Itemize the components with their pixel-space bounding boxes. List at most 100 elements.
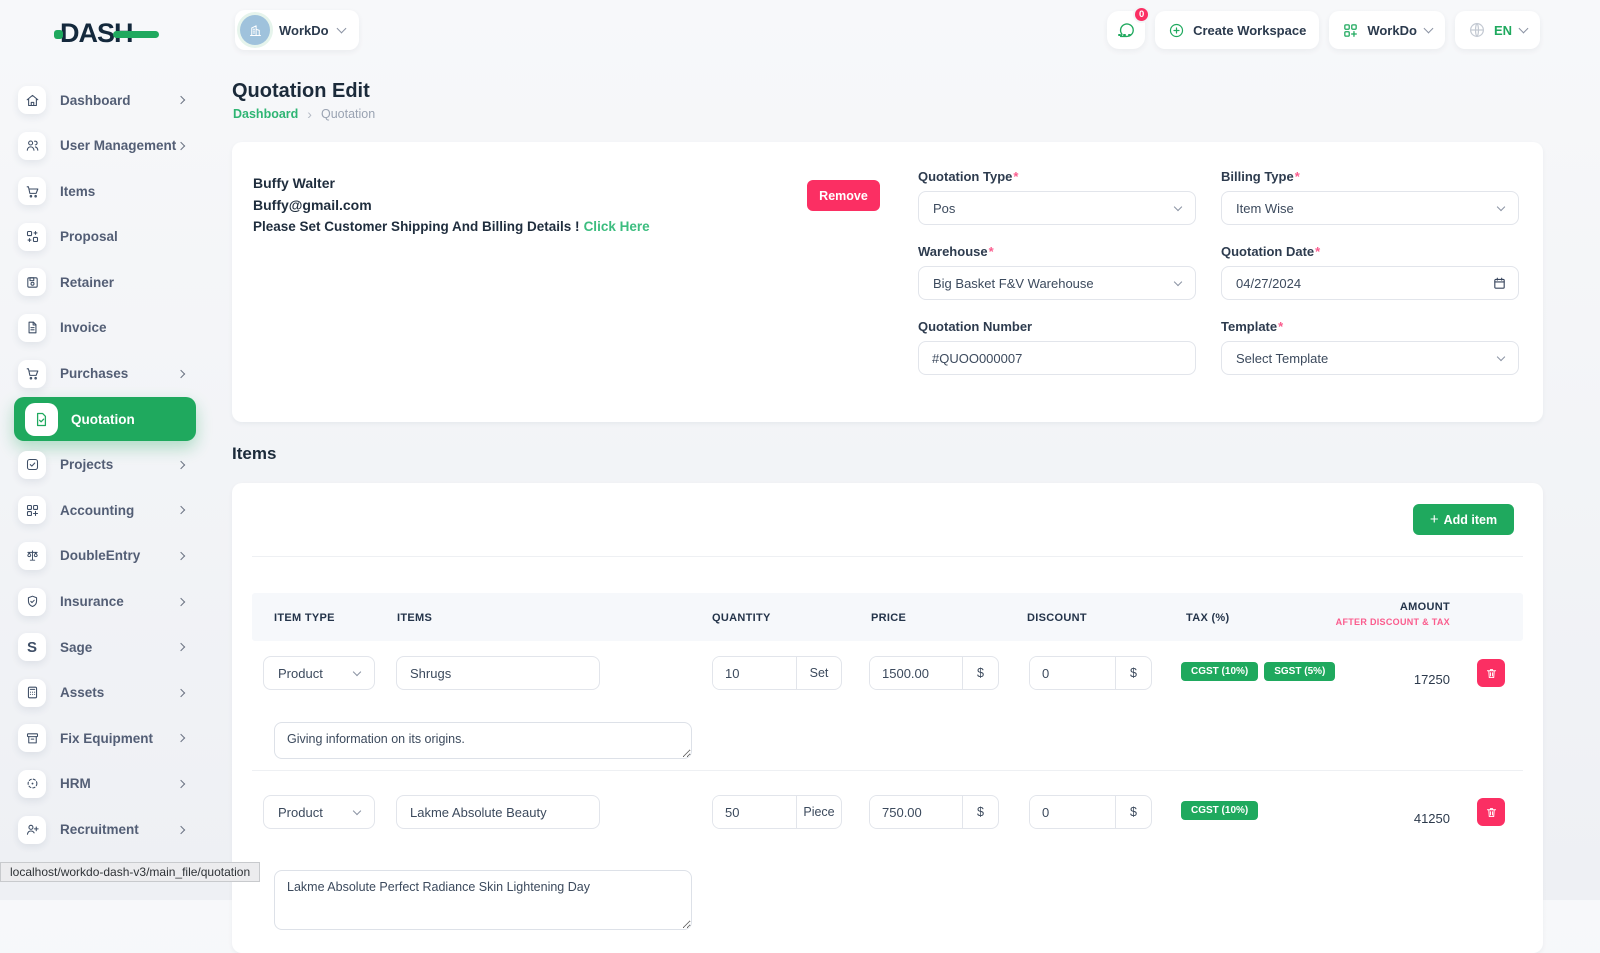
items-card: + Add item ITEM TYPE ITEMS QUANTITY PRIC…: [232, 483, 1543, 953]
sidebar-item-sage[interactable]: S Sage: [0, 627, 210, 667]
sidebar-item-user-management[interactable]: User Management: [0, 126, 210, 166]
price-input[interactable]: [870, 796, 962, 828]
dash-logo[interactable]: DASH: [54, 18, 159, 49]
click-here-link[interactable]: Click Here: [584, 219, 650, 234]
chevron-right-icon: [177, 141, 185, 149]
tax-badge: SGST (5%): [1264, 662, 1335, 681]
currency-label: $: [962, 796, 998, 828]
item-name-input[interactable]: [396, 656, 600, 690]
remove-customer-button[interactable]: Remove: [807, 180, 880, 211]
price-group: $: [869, 795, 999, 829]
sidebar-item-retainer[interactable]: Retainer: [0, 262, 210, 302]
quantity-group: Set: [712, 656, 842, 690]
sidebar-item-fix-equipment[interactable]: Fix Equipment: [0, 718, 210, 758]
col-header-item-type: ITEM TYPE: [274, 612, 335, 624]
sidebar-item-invoice[interactable]: Invoice: [0, 308, 210, 348]
chevron-right-icon: [177, 734, 185, 742]
discount-input[interactable]: [1030, 796, 1115, 828]
users-icon: [18, 132, 46, 160]
sidebar-item-recruitment[interactable]: Recruitment: [0, 810, 210, 850]
price-input[interactable]: [870, 657, 962, 689]
item-type-select[interactable]: Product: [263, 795, 375, 829]
sidebar-item-doubleentry[interactable]: DoubleEntry: [0, 536, 210, 576]
sidebar-item-purchases[interactable]: Purchases: [0, 354, 210, 394]
delete-row-button[interactable]: [1477, 659, 1505, 687]
items-section-heading: Items: [232, 444, 276, 464]
quotation-type-label: Quotation Type*: [918, 169, 1196, 184]
template-select[interactable]: Select Template: [1221, 341, 1519, 375]
logo-dash-bar-icon: [113, 31, 159, 38]
breadcrumb-separator: ›: [307, 109, 312, 119]
quantity-group: Piece: [712, 795, 842, 829]
plus-icon: +: [1430, 511, 1439, 528]
chevron-down-icon: [1174, 277, 1182, 285]
chevron-right-icon: [177, 597, 185, 605]
item-description-textarea[interactable]: Lakme Absolute Perfect Radiance Skin Lig…: [274, 870, 692, 930]
chevron-down-icon: [353, 806, 361, 814]
chevron-right-icon: [177, 688, 185, 696]
file-check-icon: [25, 403, 58, 436]
template-label: Template*: [1221, 319, 1519, 334]
discount-input[interactable]: [1030, 657, 1115, 689]
breadcrumb-current: Quotation: [321, 107, 375, 121]
browser-status-url: localhost/workdo-dash-v3/main_file/quota…: [0, 862, 260, 882]
quantity-input[interactable]: [713, 796, 796, 828]
delete-row-button[interactable]: [1477, 798, 1505, 826]
col-header-discount: DISCOUNT: [1027, 612, 1087, 624]
calendar-icon: [1492, 276, 1507, 291]
currency-label: $: [1115, 796, 1151, 828]
item-name-input[interactable]: [396, 795, 600, 829]
trash-icon: [1485, 806, 1498, 819]
chevron-right-icon: [177, 825, 185, 833]
row-amount: 17250: [1414, 672, 1450, 687]
billing-type-select[interactable]: Item Wise: [1221, 191, 1519, 225]
sidebar-item-proposal[interactable]: Proposal: [0, 217, 210, 257]
chevron-right-icon: [177, 369, 185, 377]
col-header-tax: TAX (%): [1186, 612, 1229, 624]
discount-group: $: [1029, 656, 1152, 690]
item-type-select[interactable]: Product: [263, 656, 375, 690]
breadcrumb-dashboard-link[interactable]: Dashboard: [233, 107, 298, 121]
quotation-type-select[interactable]: Pos: [918, 191, 1196, 225]
quotation-date-input[interactable]: 04/27/2024: [1221, 266, 1519, 300]
sidebar-item-hrm[interactable]: HRM: [0, 764, 210, 804]
tax-badge: CGST (10%): [1181, 662, 1258, 681]
sidebar-item-accounting[interactable]: Accounting: [0, 490, 210, 530]
add-item-button[interactable]: + Add item: [1413, 504, 1514, 535]
unit-label: Piece: [796, 796, 841, 828]
calculator-icon: [18, 679, 46, 707]
divider: [252, 556, 1523, 557]
sidebar-item-dashboard[interactable]: Dashboard: [0, 80, 210, 120]
sidebar-item-items[interactable]: Items: [0, 171, 210, 211]
chevron-right-icon: [177, 643, 185, 651]
billing-type-label: Billing Type*: [1221, 169, 1519, 184]
sidebar-item-assets[interactable]: Assets: [0, 673, 210, 713]
table-row: Product Set $ $ CGST (10%) SGST (5%) 172…: [252, 645, 1523, 701]
item-description-textarea[interactable]: Giving information on its origins.: [274, 722, 692, 759]
user-plus-icon: [18, 816, 46, 844]
quotation-number-input[interactable]: [918, 341, 1196, 375]
shield-check-icon: [18, 588, 46, 616]
cart-icon: [18, 360, 46, 388]
quotation-details-card: Buffy Walter Buffy@gmail.com Please Set …: [232, 142, 1543, 422]
page-title: Quotation Edit: [232, 80, 370, 103]
tax-badge: CGST (10%): [1181, 801, 1258, 820]
unit-label: Set: [796, 657, 841, 689]
chevron-down-icon: [1497, 352, 1505, 360]
sidebar-item-projects[interactable]: Projects: [0, 445, 210, 485]
crosshair-icon: [18, 770, 46, 798]
col-header-price: PRICE: [871, 612, 906, 624]
items-table-header: ITEM TYPE ITEMS QUANTITY PRICE DISCOUNT …: [252, 593, 1523, 641]
chevron-right-icon: [177, 461, 185, 469]
tax-badges: CGST (10%) SGST (5%): [1181, 662, 1335, 681]
col-header-items: ITEMS: [397, 612, 432, 624]
discount-group: $: [1029, 795, 1152, 829]
sidebar-item-insurance[interactable]: Insurance: [0, 582, 210, 622]
currency-label: $: [962, 657, 998, 689]
sidebar-item-quotation[interactable]: Quotation: [14, 397, 196, 441]
quantity-input[interactable]: [713, 657, 796, 689]
warehouse-select[interactable]: Big Basket F&V Warehouse: [918, 266, 1196, 300]
chevron-right-icon: [177, 780, 185, 788]
file-text-icon: [18, 314, 46, 342]
letter-s-icon: S: [18, 633, 46, 661]
